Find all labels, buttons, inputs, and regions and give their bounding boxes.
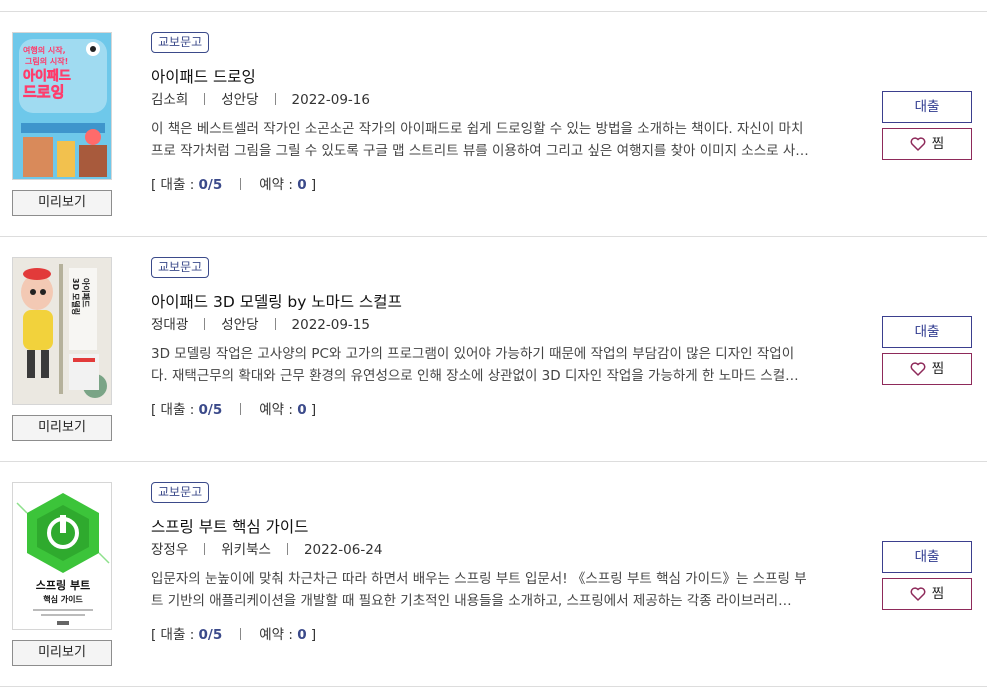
meta-divider xyxy=(204,543,206,555)
source-badge: 교보문고 xyxy=(151,32,210,53)
availability-status: [ 대출 : 0/5 예약 : 0 ] xyxy=(151,623,316,643)
status-close: ] xyxy=(306,177,317,193)
description-line: 3D 모델링 작업은 고사양의 PC와 고가의 프로그램이 있어야 가능하기 때… xyxy=(151,346,795,362)
preview-button[interactable]: 미리보기 xyxy=(12,640,112,666)
svg-text:아이패드: 아이패드 xyxy=(23,68,71,84)
book-date: 2022-09-15 xyxy=(291,317,370,333)
meta-divider xyxy=(286,543,288,555)
heart-icon xyxy=(910,587,926,601)
meta-divider xyxy=(204,93,206,105)
loan-label: [ 대출 : xyxy=(151,177,199,193)
loan-label: [ 대출 : xyxy=(151,627,199,643)
favorite-button[interactable]: 찜 xyxy=(882,128,972,160)
book-date: 2022-06-24 xyxy=(303,542,383,558)
preview-button[interactable]: 미리보기 xyxy=(12,415,112,441)
book-cover[interactable]: 스프링 부트 핵심 가이드 xyxy=(12,482,112,630)
book-description: 입문자의 눈높이에 맞춰 차근차근 따라 하면서 배우는 스프링 부트 입문서!… xyxy=(151,568,816,612)
description-line: 프로 작가처럼 그림을 그릴 수 있도록 구글 맵 스트리트 뷰를 이용하여 그… xyxy=(151,143,809,159)
reserve-count: 0 xyxy=(297,402,307,418)
description-line: 입문자의 눈높이에 맞춰 차근차근 따라 하면서 배우는 스프링 부트 입문서!… xyxy=(151,571,807,587)
loan-label: [ 대출 : xyxy=(151,402,199,418)
loan-count: 0/5 xyxy=(198,627,223,643)
status-divider xyxy=(240,178,242,190)
status-divider xyxy=(240,628,242,640)
svg-text:스프링 부트: 스프링 부트 xyxy=(36,579,90,592)
svg-text:핵심 가이드: 핵심 가이드 xyxy=(43,594,83,604)
book-item: 아이패드 3D 모델링 미리보기 교보문고 아이패드 3D 모델링 by 노마드… xyxy=(0,237,987,462)
favorite-label: 찜 xyxy=(931,586,945,602)
book-date: 2022-09-16 xyxy=(291,92,370,108)
svg-text:드로잉: 드로잉 xyxy=(23,83,64,101)
reserve-count: 0 xyxy=(297,177,307,193)
book-title[interactable]: 아이패드 3D 모델링 by 노마드 스컬프 xyxy=(151,290,402,312)
book-publisher: 위키북스 xyxy=(221,542,271,558)
book-description: 3D 모델링 작업은 고사양의 PC와 고가의 프로그램이 있어야 가능하기 때… xyxy=(151,343,816,387)
book-cover-illustration: 아이패드 3D 모델링 xyxy=(13,258,111,404)
preview-button[interactable]: 미리보기 xyxy=(12,190,112,216)
favorite-button[interactable]: 찜 xyxy=(882,353,972,385)
loan-count: 0/5 xyxy=(198,177,223,193)
reserve-label: 예약 : xyxy=(259,627,298,643)
svg-text:그림의 시작!: 그림의 시작! xyxy=(25,56,68,66)
book-meta: 김소희 성안당 2022-09-16 xyxy=(151,88,370,108)
book-author: 김소희 xyxy=(151,92,189,108)
book-cover-illustration: 여행의 시작, 그림의 시작! 아이패드 드로잉 xyxy=(13,33,111,179)
loan-button[interactable]: 대출 xyxy=(882,541,972,573)
status-divider xyxy=(240,403,242,415)
book-description: 이 책은 베스트셀러 작가인 소곤소곤 작가의 아이패드로 쉽게 드로잉할 수 … xyxy=(151,118,816,162)
book-item: 스프링 부트 핵심 가이드 미리보기 교보문고 스프링 부트 핵심 가이드 장정… xyxy=(0,462,987,687)
reserve-label: 예약 : xyxy=(259,402,298,418)
book-cover[interactable]: 아이패드 3D 모델링 xyxy=(12,257,112,405)
book-publisher: 성안당 xyxy=(221,317,259,333)
heart-icon xyxy=(910,362,926,376)
svg-text:여행의 시작,: 여행의 시작, xyxy=(23,45,66,55)
status-close: ] xyxy=(306,402,317,418)
book-meta: 정대광 성안당 2022-09-15 xyxy=(151,313,370,333)
loan-count: 0/5 xyxy=(198,402,223,418)
book-cover-illustration: 스프링 부트 핵심 가이드 xyxy=(13,483,111,629)
book-author: 정대광 xyxy=(151,317,189,333)
source-badge: 교보문고 xyxy=(151,257,210,278)
reserve-count: 0 xyxy=(297,627,307,643)
favorite-label: 찜 xyxy=(931,361,945,377)
status-close: ] xyxy=(306,627,317,643)
meta-divider xyxy=(274,318,276,330)
source-badge: 교보문고 xyxy=(151,482,210,503)
availability-status: [ 대출 : 0/5 예약 : 0 ] xyxy=(151,398,316,418)
book-publisher: 성안당 xyxy=(221,92,259,108)
meta-divider xyxy=(204,318,206,330)
reserve-label: 예약 : xyxy=(259,177,298,193)
book-title[interactable]: 스프링 부트 핵심 가이드 xyxy=(151,515,308,537)
svg-text:아이패드: 아이패드 xyxy=(81,278,91,308)
meta-divider xyxy=(274,93,276,105)
book-meta: 장정우 위키북스 2022-06-24 xyxy=(151,538,382,558)
book-cover[interactable]: 여행의 시작, 그림의 시작! 아이패드 드로잉 xyxy=(12,32,112,180)
book-item: 여행의 시작, 그림의 시작! 아이패드 드로잉 미리보기 교보문고 아이패드 … xyxy=(0,12,987,237)
loan-button[interactable]: 대출 xyxy=(882,91,972,123)
loan-button[interactable]: 대출 xyxy=(882,316,972,348)
availability-status: [ 대출 : 0/5 예약 : 0 ] xyxy=(151,173,316,193)
svg-text:3D 모델링: 3D 모델링 xyxy=(71,278,81,315)
favorite-label: 찜 xyxy=(931,136,945,152)
description-line: 트 기반의 애플리케이션을 개발할 때 필요한 기초적인 내용들을 소개하고, … xyxy=(151,593,792,609)
favorite-button[interactable]: 찜 xyxy=(882,578,972,610)
book-author: 장정우 xyxy=(151,542,189,558)
description-line: 이 책은 베스트셀러 작가인 소곤소곤 작가의 아이패드로 쉽게 드로잉할 수 … xyxy=(151,121,804,137)
heart-icon xyxy=(910,137,926,151)
book-title[interactable]: 아이패드 드로잉 xyxy=(151,65,256,87)
description-line: 다. 재택근무의 확대와 근무 환경의 유연성으로 인해 장소에 상관없이 3D… xyxy=(151,368,799,384)
